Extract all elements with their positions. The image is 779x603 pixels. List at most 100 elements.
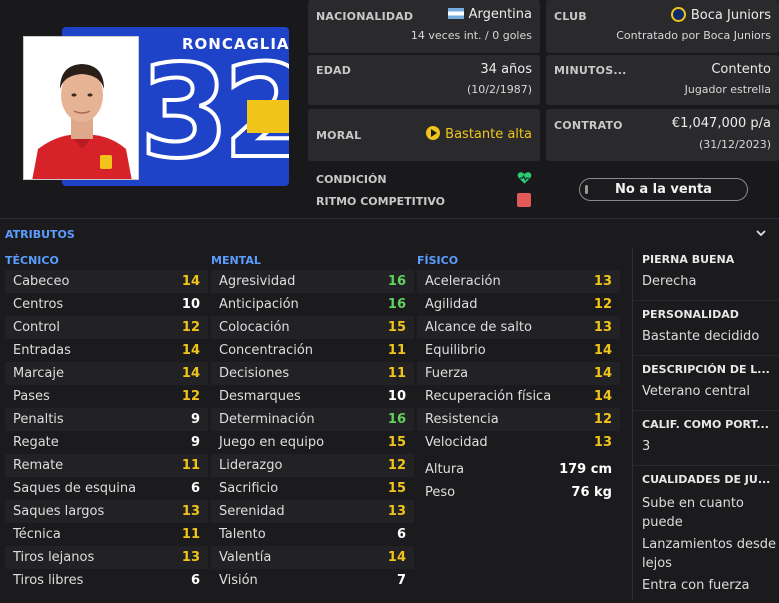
attribute-row[interactable]: Cabeceo 14 [5,270,208,293]
attribute-name: Resistencia [425,412,499,427]
attribute-row[interactable]: Sacrificio 15 [211,477,414,500]
attribute-row[interactable]: Valentía 14 [211,546,414,569]
attribute-value: 10 [181,297,200,312]
attribute-value: 13 [181,550,200,565]
club-value[interactable]: Boca Juniors [670,7,771,23]
physical-measurements: Altura 179 cm Peso 76 kg [417,458,620,504]
preferred-foot-value: Derecha [642,274,697,289]
attribute-value: 9 [190,435,200,450]
attribute-value: 10 [387,389,406,404]
attribute-row[interactable]: Recuperación física 14 [417,385,620,408]
attribute-row[interactable]: Saques de esquina 6 [5,477,208,500]
trait-item: Lanzamientos desde lejos [642,537,776,571]
attribute-name: Saques largos [13,504,105,519]
attribute-row[interactable]: Fuerza 14 [417,362,620,385]
attribute-name: Cabeceo [13,274,70,289]
height-row: Altura 179 cm [417,458,620,481]
attribute-value: 11 [387,366,406,381]
attribute-row[interactable]: Equilibrio 14 [417,339,620,362]
birth-date: (10/2/1987) [467,83,532,96]
sharpness-icon [517,193,531,207]
attribute-row[interactable]: Decisiones 11 [211,362,414,385]
attribute-row[interactable]: Penaltis 9 [5,408,208,431]
attribute-row[interactable]: Pases 12 [5,385,208,408]
playing-time-card: MINUTOS... Contento Jugador estrella [546,55,779,105]
kit-stripe [247,100,289,133]
physical-heading: FÍSICO [417,254,459,267]
club-badge-icon [670,7,686,22]
attribute-value: 14 [387,550,406,565]
attribute-name: Liderazgo [219,458,283,473]
morale-value[interactable]: Bastante alta [426,126,532,142]
nationality-value[interactable]: Argentina [447,7,532,22]
media-description-value: Veterano central [642,384,751,399]
weight-label: Peso [425,485,456,500]
player-traits: CUALIDADES DE JU... Sube en cuanto puede… [642,473,779,595]
heart-icon [517,172,532,184]
attribute-row[interactable]: Velocidad 13 [417,431,620,454]
attribute-row[interactable]: Talento 6 [211,523,414,546]
attribute-row[interactable]: Determinación 16 [211,408,414,431]
attribute-name: Saques de esquina [13,481,137,496]
attribute-name: Penaltis [13,412,64,427]
transfer-status-button[interactable]: No a la venta [579,178,748,201]
attribute-name: Agilidad [425,297,478,312]
personality-value: Bastante decidido [642,329,760,344]
attribute-value: 15 [387,320,406,335]
attribute-row[interactable]: Remate 11 [5,454,208,477]
section-divider [0,218,779,219]
attribute-value: 6 [396,527,406,542]
attribute-value: 16 [387,412,406,427]
attribute-value: 11 [387,343,406,358]
attribute-value: 13 [593,435,612,450]
attribute-row[interactable]: Técnica 11 [5,523,208,546]
side-separator [632,410,779,411]
attribute-row[interactable]: Serenidad 13 [211,500,414,523]
age-card: EDAD 34 años (10/2/1987) [308,55,540,105]
attribute-name: Agresividad [219,274,296,289]
attribute-row[interactable]: Control 12 [5,316,208,339]
attribute-value: 14 [181,366,200,381]
trait-item: Sube en cuanto puede [642,496,744,530]
preferred-foot-label: PIERNA BUENA [642,253,735,266]
argentina-flag-icon [447,8,464,19]
attribute-row[interactable]: Marcaje 14 [5,362,208,385]
goalkeeper-rating-label: CALIF. COMO PORT... [642,418,769,431]
condition-label: CONDICIÓN [316,173,387,186]
attribute-row[interactable]: Entradas 14 [5,339,208,362]
attribute-row[interactable]: Concentración 11 [211,339,414,362]
attributes-title[interactable]: ATRIBUTOS [5,228,75,241]
playing-time-label: MINUTOS... [554,64,627,77]
attribute-row[interactable]: Tiros lejanos 13 [5,546,208,569]
morale-play-icon [426,126,441,140]
attribute-row[interactable]: Tiros libres 6 [5,569,208,592]
side-separator [632,300,779,301]
attribute-row[interactable]: Anticipación 16 [211,293,414,316]
attribute-row[interactable]: Resistencia 12 [417,408,620,431]
attribute-row[interactable]: Agresividad 16 [211,270,414,293]
attribute-name: Desmarques [219,389,301,404]
attribute-row[interactable]: Saques largos 13 [5,500,208,523]
chevron-down-icon[interactable] [755,227,767,239]
club-status: Contratado por Boca Juniors [616,29,771,42]
attribute-row[interactable]: Agilidad 12 [417,293,620,316]
attribute-name: Alcance de salto [425,320,532,335]
weight-row: Peso 76 kg [417,481,620,504]
attribute-row[interactable]: Alcance de salto 13 [417,316,620,339]
attribute-row[interactable]: Regate 9 [5,431,208,454]
attribute-row[interactable]: Juego en equipo 15 [211,431,414,454]
age-value: 34 años [480,62,532,77]
attribute-row[interactable]: Liderazgo 12 [211,454,414,477]
attribute-row[interactable]: Colocación 15 [211,316,414,339]
squad-status: Jugador estrella [684,83,771,96]
attribute-row[interactable]: Desmarques 10 [211,385,414,408]
attribute-row[interactable]: Centros 10 [5,293,208,316]
attribute-name: Velocidad [425,435,488,450]
contract-expiry: (31/12/2023) [699,138,771,151]
attribute-row[interactable]: Visión 7 [211,569,414,592]
attribute-value: 7 [396,573,406,588]
attribute-value: 14 [593,343,612,358]
attribute-value: 11 [181,527,200,542]
attribute-name: Tiros libres [13,573,84,588]
attribute-row[interactable]: Aceleración 13 [417,270,620,293]
